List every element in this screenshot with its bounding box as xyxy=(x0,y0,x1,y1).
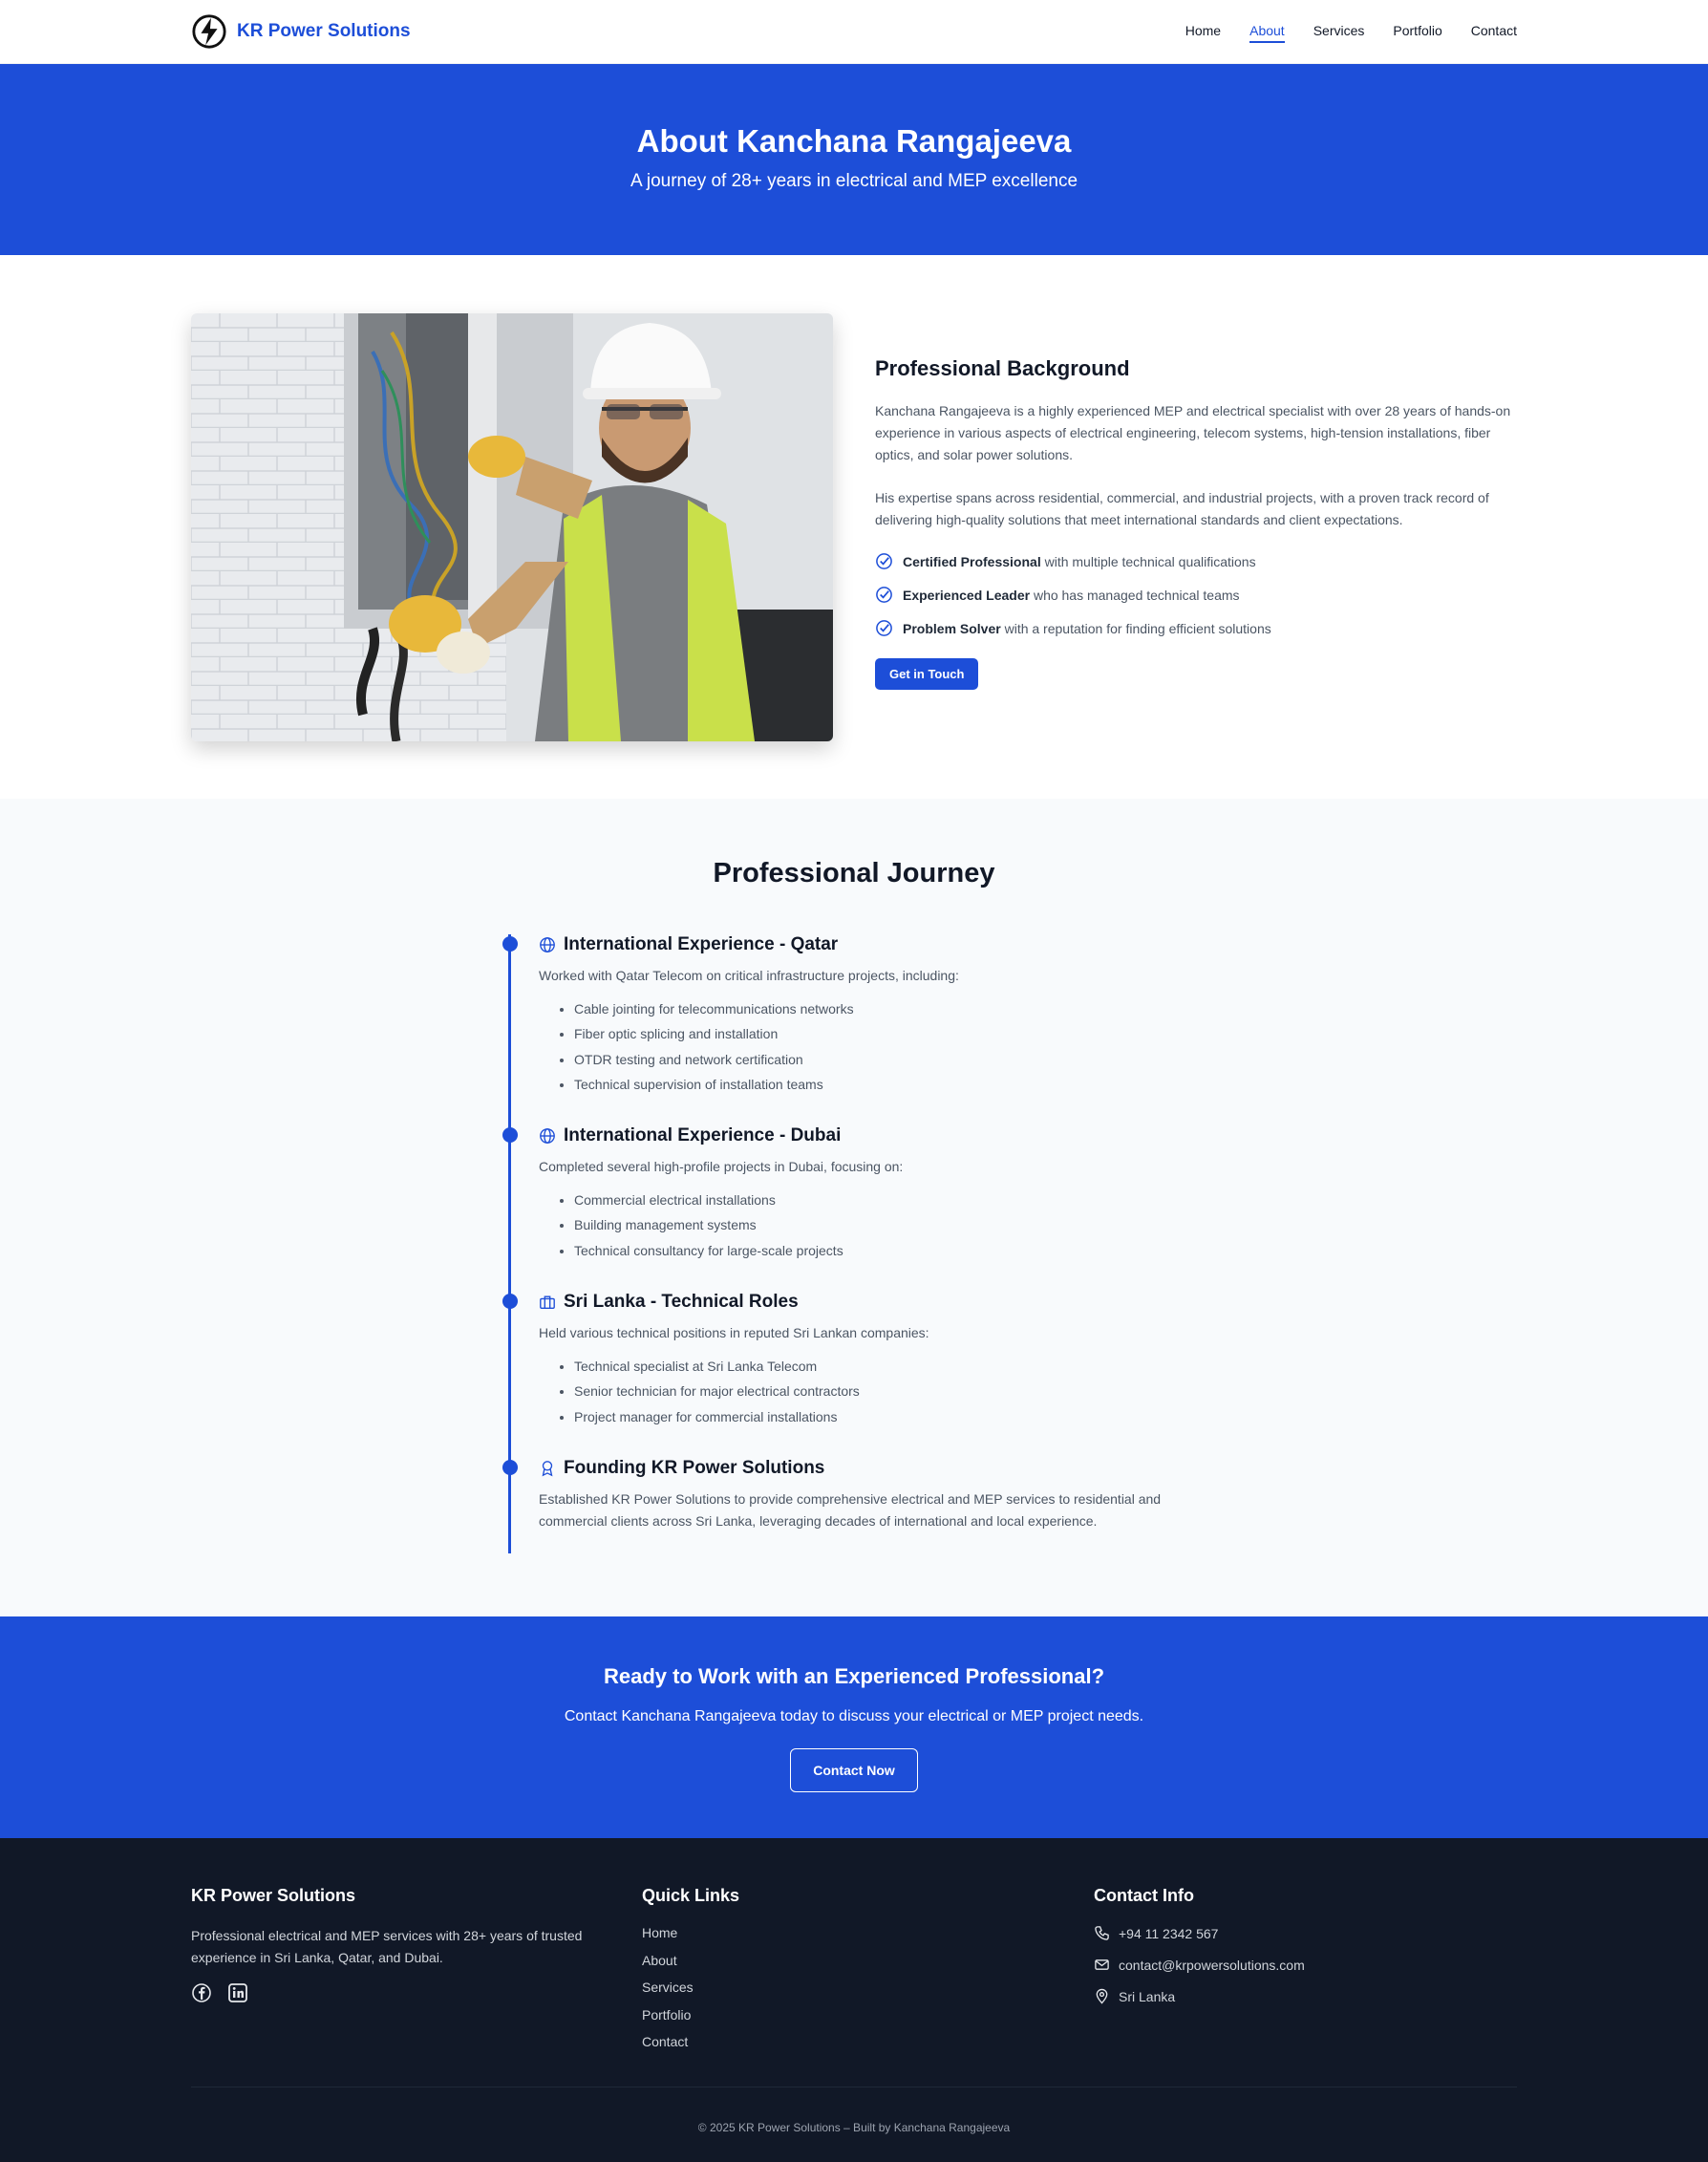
list-item: Technical consultancy for large-scale pr… xyxy=(574,1238,1227,1263)
page-title: About Kanchana Rangajeeva xyxy=(636,123,1072,159)
footer-contact-info: Contact Info +94 11 2342 567 contact@krp… xyxy=(1094,1886,1305,2020)
facebook-icon[interactable] xyxy=(191,1982,212,2003)
timeline-title: Sri Lanka - Technical Roles xyxy=(539,1292,1227,1313)
highlight-text: Problem Solver with a reputation for fin… xyxy=(903,620,1271,636)
timeline-description: Established KR Power Solutions to provid… xyxy=(539,1491,1162,1529)
timeline-dot xyxy=(502,1127,518,1143)
nav-link-home[interactable]: Home xyxy=(1185,23,1221,43)
timeline-bullets: Cable jointing for telecommunications ne… xyxy=(539,996,1227,1097)
get-in-touch-button[interactable]: Get in Touch xyxy=(875,658,979,690)
map-pin-icon xyxy=(1096,1988,1108,2004)
timeline-title: International Experience - Dubai xyxy=(539,1125,1227,1146)
footer-link-about[interactable]: About xyxy=(642,1953,739,1968)
timeline-dot xyxy=(502,1460,518,1475)
electrician-photo xyxy=(191,313,833,741)
background-paragraph-2: His expertise spans across residential, … xyxy=(875,490,1489,527)
nav-links: Home About Services Portfolio Contact xyxy=(1185,23,1517,43)
timeline-title: Founding KR Power Solutions xyxy=(539,1458,1227,1479)
footer-brand-title: KR Power Solutions xyxy=(191,1886,356,1905)
timeline-item-dubai: International Experience - Dubai Complet… xyxy=(502,1125,1227,1263)
footer-contact-title: Contact Info xyxy=(1094,1886,1194,1905)
footer-link-home[interactable]: Home xyxy=(642,1925,739,1940)
linkedin-icon[interactable] xyxy=(227,1982,248,2003)
contact-now-button[interactable]: Contact Now xyxy=(790,1748,918,1792)
list-item: OTDR testing and network certification xyxy=(574,1047,1227,1072)
cta-text: Contact Kanchana Rangajeeva today to dis… xyxy=(564,1708,1144,1724)
brand-name: KR Power Solutions xyxy=(237,21,411,41)
lightning-logo-icon xyxy=(192,14,226,49)
list-item: Building management systems xyxy=(574,1212,1227,1237)
list-item: Fiber optic splicing and installation xyxy=(574,1021,1227,1046)
footer-link-services[interactable]: Services xyxy=(642,1980,739,1995)
timeline-dot xyxy=(502,936,518,952)
timeline-description: Completed several high-profile projects … xyxy=(539,1159,904,1174)
briefcase-icon xyxy=(540,1295,555,1309)
hero-banner: About Kanchana Rangajeeva A journey of 2… xyxy=(0,64,1708,255)
contact-phone[interactable]: +94 11 2342 567 xyxy=(1094,1925,1305,1941)
journey-heading: Professional Journey xyxy=(713,858,995,888)
timeline-item-founding: Founding KR Power Solutions Established … xyxy=(502,1458,1227,1542)
contact-location: Sri Lanka xyxy=(1094,1988,1305,2004)
nav-link-services[interactable]: Services xyxy=(1313,23,1365,43)
footer: KR Power Solutions Professional electric… xyxy=(0,1838,1708,2162)
check-circle-icon xyxy=(876,620,892,636)
journey-section: Professional Journey International Exper… xyxy=(0,799,1708,1616)
cta-title: Ready to Work with an Experienced Profes… xyxy=(603,1664,1105,1688)
timeline-item-sri-lanka: Sri Lanka - Technical Roles Held various… xyxy=(502,1292,1227,1429)
timeline-description: Worked with Qatar Telecom on critical in… xyxy=(539,968,959,983)
timeline-bullets: Commercial electrical installations Buil… xyxy=(539,1188,1227,1263)
footer-links-title: Quick Links xyxy=(642,1886,740,1905)
nav-link-portfolio[interactable]: Portfolio xyxy=(1393,23,1441,43)
footer-link-contact[interactable]: Contact xyxy=(642,2034,739,2049)
nav-link-contact[interactable]: Contact xyxy=(1471,23,1517,43)
highlight-item: Experienced Leader who has managed techn… xyxy=(875,586,1517,604)
footer-link-portfolio[interactable]: Portfolio xyxy=(642,2007,739,2023)
brand[interactable]: KR Power Solutions xyxy=(191,13,411,50)
social-links xyxy=(191,1982,611,2003)
list-item: Cable jointing for telecommunications ne… xyxy=(574,996,1227,1021)
highlight-text: Certified Professional with multiple tec… xyxy=(903,553,1256,569)
background-section: Professional Background Kanchana Rangaje… xyxy=(0,255,1708,799)
globe-icon xyxy=(540,937,555,953)
check-circle-icon xyxy=(876,587,892,603)
phone-icon xyxy=(1095,1926,1109,1940)
nav-link-about[interactable]: About xyxy=(1249,23,1285,43)
background-heading: Professional Background xyxy=(875,356,1130,380)
list-item: Senior technician for major electrical c… xyxy=(574,1379,1227,1403)
list-item: Technical supervision of installation te… xyxy=(574,1072,1227,1097)
timeline-item-qatar: International Experience - Qatar Worked … xyxy=(502,934,1227,1097)
list-item: Commercial electrical installations xyxy=(574,1188,1227,1212)
copyright-text: © 2025 KR Power Solutions – Built by Kan… xyxy=(697,2121,1011,2134)
background-text: Professional Background Kanchana Rangaje… xyxy=(875,356,1517,690)
highlight-item: Problem Solver with a reputation for fin… xyxy=(875,619,1517,637)
footer-quick-links: Quick Links Home About Services Portfoli… xyxy=(642,1886,739,2062)
contact-email[interactable]: contact@krpowersolutions.com xyxy=(1094,1957,1305,1973)
timeline-description: Held various technical positions in repu… xyxy=(539,1325,929,1340)
timeline-bullets: Technical specialist at Sri Lanka Teleco… xyxy=(539,1354,1227,1429)
check-circle-icon xyxy=(876,553,892,569)
background-paragraph-1: Kanchana Rangajeeva is a highly experien… xyxy=(875,403,1511,462)
footer-about: KR Power Solutions Professional electric… xyxy=(191,1886,611,2003)
list-item: Project manager for commercial installat… xyxy=(574,1404,1227,1429)
timeline-dot xyxy=(502,1294,518,1309)
award-icon xyxy=(542,1461,553,1477)
highlight-item: Certified Professional with multiple tec… xyxy=(875,552,1517,570)
mail-icon xyxy=(1095,1959,1109,1970)
highlight-text: Experienced Leader who has managed techn… xyxy=(903,587,1240,603)
electrician-illustration xyxy=(191,313,833,741)
page-subtitle: A journey of 28+ years in electrical and… xyxy=(630,171,1078,191)
footer-about-text: Professional electrical and MEP services… xyxy=(191,1928,583,1965)
timeline-title: International Experience - Qatar xyxy=(539,934,1227,955)
cta-section: Ready to Work with an Experienced Profes… xyxy=(0,1616,1708,1838)
top-navbar: KR Power Solutions Home About Services P… xyxy=(0,0,1708,64)
list-item: Technical specialist at Sri Lanka Teleco… xyxy=(574,1354,1227,1379)
globe-icon xyxy=(540,1128,555,1144)
